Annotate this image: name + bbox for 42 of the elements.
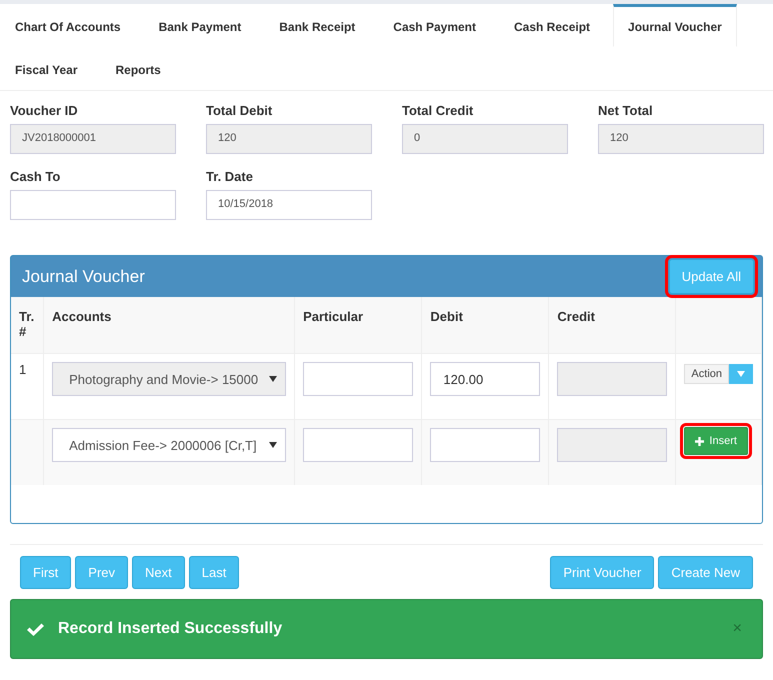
input-field[interactable]: 0 bbox=[402, 124, 568, 154]
column-header: Tr. # bbox=[11, 297, 44, 354]
input-field[interactable]: 120 bbox=[206, 124, 372, 154]
column-header: Accounts bbox=[44, 297, 295, 354]
field-label: Total Credit bbox=[402, 103, 474, 118]
panel-title: Journal Voucher bbox=[22, 266, 145, 286]
input-field[interactable]: JV2018000001 bbox=[10, 124, 176, 154]
field-label: Tr. Date bbox=[206, 169, 254, 184]
tab[interactable]: Bank Payment bbox=[144, 4, 256, 47]
check-icon bbox=[27, 622, 44, 636]
tab[interactable]: Journal Voucher bbox=[613, 4, 737, 47]
input-field[interactable]: 120 bbox=[598, 124, 764, 154]
tab[interactable]: Cash Receipt bbox=[499, 4, 606, 47]
action-button[interactable]: Action bbox=[684, 364, 729, 384]
field-label: Voucher ID bbox=[10, 103, 79, 118]
input-field[interactable] bbox=[557, 428, 668, 462]
input-field[interactable] bbox=[430, 428, 540, 462]
column-header: Particular bbox=[294, 297, 422, 354]
input-field[interactable] bbox=[10, 190, 176, 220]
field-label: Net Total bbox=[598, 103, 654, 118]
caret-icon bbox=[269, 376, 278, 382]
field-label: Cash To bbox=[10, 169, 62, 184]
column-header: Credit bbox=[548, 297, 676, 354]
input-field[interactable] bbox=[557, 362, 668, 396]
caret-icon bbox=[737, 371, 745, 377]
column-header: Debit bbox=[422, 297, 549, 354]
alert-message: Record Inserted Successfully bbox=[58, 620, 284, 638]
input-field[interactable] bbox=[303, 428, 414, 462]
tab[interactable]: Cash Payment bbox=[378, 4, 491, 47]
plus-icon bbox=[695, 436, 704, 446]
account-select[interactable]: Admission Fee-> 2000006 [Cr,T] bbox=[52, 428, 286, 462]
input-field[interactable] bbox=[303, 362, 414, 396]
tab[interactable]: Fiscal Year bbox=[0, 47, 92, 90]
tab[interactable]: Chart Of Accounts bbox=[0, 4, 136, 47]
dropdown-button[interactable] bbox=[729, 364, 753, 384]
row-number: 1 bbox=[19, 362, 26, 377]
field-label: Total Debit bbox=[206, 103, 274, 118]
tab[interactable]: Bank Receipt bbox=[264, 4, 370, 47]
caret-icon bbox=[269, 442, 278, 448]
tab[interactable]: Reports bbox=[100, 47, 176, 90]
input-field[interactable]: 120.00 bbox=[430, 362, 540, 396]
input-field[interactable]: 10/15/2018 bbox=[206, 190, 372, 220]
